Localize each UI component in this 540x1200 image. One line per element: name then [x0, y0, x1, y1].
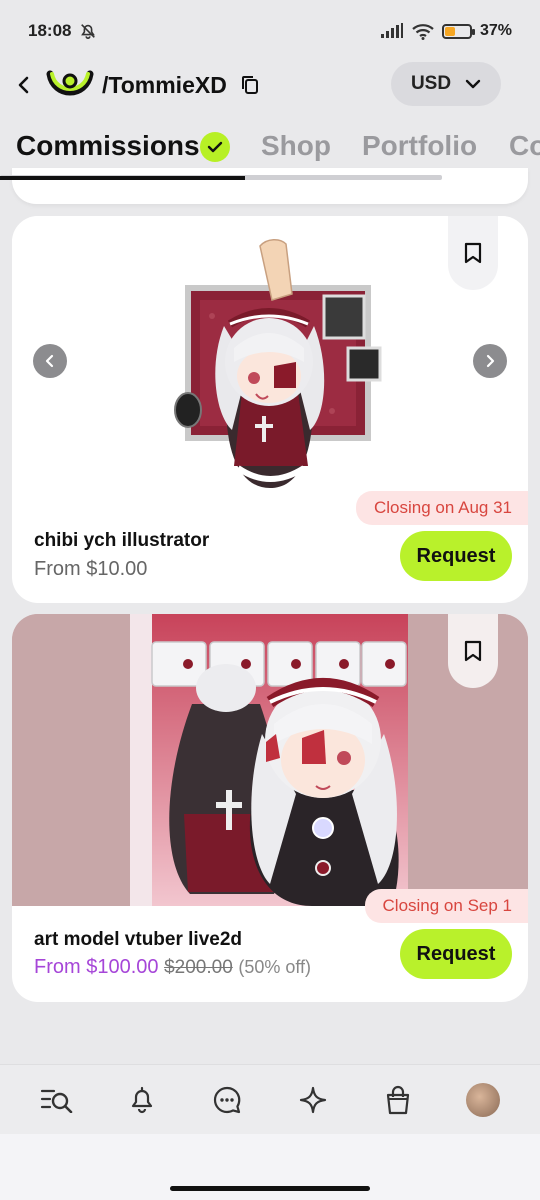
copy-icon[interactable] [239, 74, 261, 96]
battery-icon [441, 23, 475, 39]
bell-muted-icon [81, 24, 96, 39]
tab-shop[interactable]: Shop [261, 130, 331, 162]
request-button[interactable]: Request [400, 929, 512, 979]
listing-price: From $10.00 [34, 558, 148, 580]
profile-handle: /TommieXD [102, 71, 227, 98]
currency-selector[interactable]: USD [391, 62, 501, 106]
listing-title: chibi ych illustrator [34, 530, 210, 551]
currency-label: USD [410, 73, 452, 94]
listing-price: From $100.00 $200.00 (50% off) [34, 956, 311, 979]
request-button[interactable]: Request [400, 531, 512, 581]
closing-badge: Closing on Sep 1 [364, 889, 528, 923]
bell-icon[interactable] [122, 1080, 162, 1120]
tab-active-indicator [0, 176, 245, 180]
wifi-icon [412, 23, 434, 40]
bookmark-icon [464, 242, 482, 264]
listing-card[interactable]: Closing on Aug 31 chibi ych illustrator … [12, 216, 528, 603]
previous-card-bottom [12, 168, 528, 204]
tab-portfolio[interactable]: Portfolio [362, 130, 477, 162]
carousel-next-button[interactable] [473, 344, 507, 378]
browse-icon[interactable] [37, 1080, 77, 1120]
system-gesture-area [0, 1134, 540, 1200]
bookmark-icon [464, 640, 482, 662]
carousel-prev-button[interactable] [33, 344, 67, 378]
bottom-nav [0, 1064, 540, 1134]
bookmark-button[interactable] [448, 614, 498, 688]
listing-title: art model vtuber live2d [34, 929, 243, 950]
profile-avatar[interactable] [463, 1080, 503, 1120]
listing-card[interactable]: Closing on Sep 1 art model vtuber live2d… [12, 614, 528, 1002]
profile-header: /TommieXD USD [0, 62, 540, 108]
back-arrow-icon[interactable] [14, 75, 34, 95]
original-price: $200.00 [164, 957, 233, 978]
signal-icon [380, 23, 403, 38]
tab-commissions[interactable]: Commissions [16, 130, 200, 162]
shopping-bag-icon[interactable] [378, 1080, 418, 1120]
sparkle-icon[interactable] [293, 1080, 333, 1120]
status-bar: 18:08 37% [0, 0, 540, 62]
chevron-left-icon [45, 354, 54, 368]
app-logo [46, 70, 94, 96]
status-time: 18:08 [28, 21, 72, 40]
sale-price: From $100.00 [34, 956, 159, 978]
home-indicator[interactable] [170, 1186, 370, 1191]
closing-badge: Closing on Aug 31 [356, 491, 528, 525]
verified-badge-icon [200, 132, 230, 162]
tab-more[interactable]: Co [509, 130, 540, 162]
bookmark-button[interactable] [448, 216, 498, 290]
discount-label: (50% off) [238, 957, 312, 977]
avatar [466, 1082, 501, 1117]
chat-icon[interactable] [207, 1080, 247, 1120]
chevron-down-icon [465, 79, 481, 89]
battery-percent: 37% [479, 22, 512, 39]
chevron-right-icon [486, 354, 495, 368]
